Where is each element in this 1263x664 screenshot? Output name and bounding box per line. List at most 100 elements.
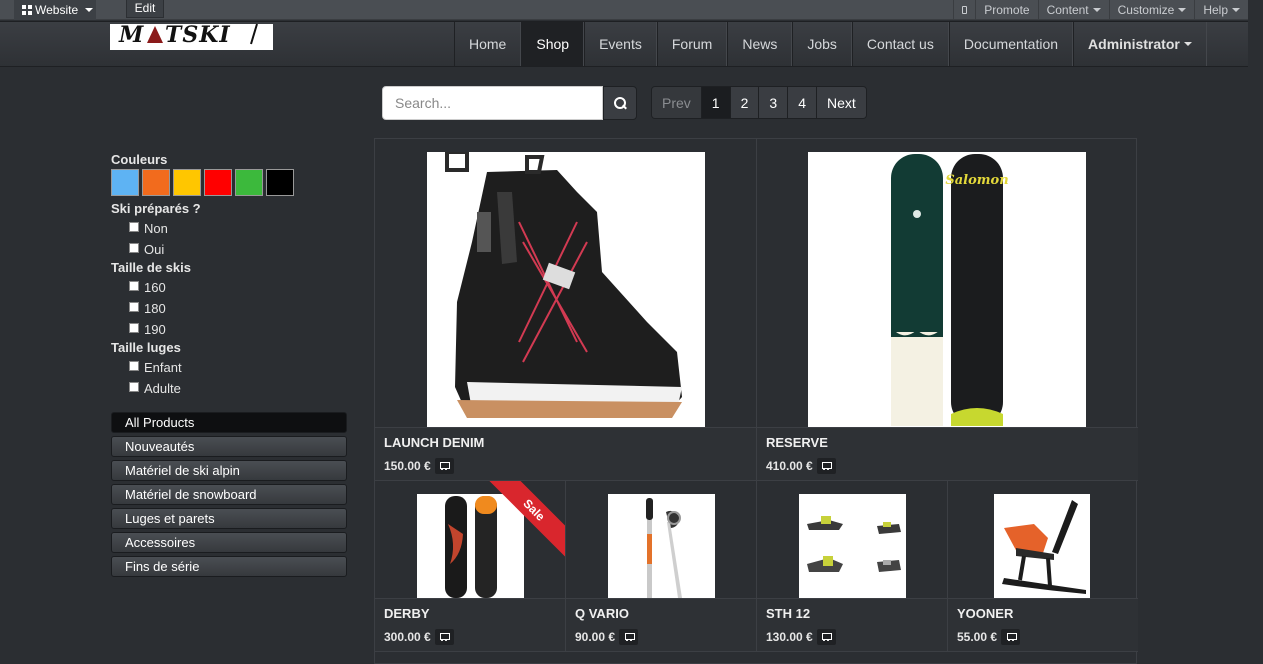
checkbox[interactable] xyxy=(129,381,139,392)
ski-bike-icon xyxy=(994,494,1090,600)
product-name[interactable]: STH 12 xyxy=(766,606,810,621)
product-name[interactable]: YOONER xyxy=(957,606,1013,621)
color-swatch-blue[interactable] xyxy=(111,169,139,196)
svg-text:M: M xyxy=(118,22,144,46)
category-snowboard[interactable]: Matériel de snowboard xyxy=(111,484,347,505)
add-to-cart-button[interactable] xyxy=(434,629,454,645)
product-image[interactable] xyxy=(427,152,705,428)
category-accessoires[interactable]: Accessoires xyxy=(111,532,347,553)
pager-next[interactable]: Next xyxy=(815,87,866,118)
filter-option-label: 190 xyxy=(144,322,166,337)
checkbox[interactable] xyxy=(129,242,139,253)
mobile-preview-button[interactable] xyxy=(953,0,975,20)
product-card[interactable]: Salomon RESERVE 410.00 € xyxy=(757,139,1138,481)
svg-text:TSKI: TSKI xyxy=(165,22,231,46)
site-logo[interactable]: M TSKI xyxy=(110,22,273,50)
product-name[interactable]: LAUNCH DENIM xyxy=(384,435,484,450)
product-card[interactable]: YOONER 55.00 € xyxy=(948,481,1138,652)
add-to-cart-button[interactable] xyxy=(1001,629,1021,645)
pager-page-2[interactable]: 2 xyxy=(729,87,759,118)
nav-events[interactable]: Events xyxy=(584,22,657,66)
filter-sidebar: Couleurs Ski préparés ? Non Oui Taille d… xyxy=(111,152,347,580)
color-swatch-red[interactable] xyxy=(204,169,232,196)
product-card[interactable]: Q VARIO 90.00 € xyxy=(566,481,757,652)
checkbox[interactable] xyxy=(129,322,139,333)
checkbox[interactable] xyxy=(129,280,139,291)
product-image[interactable] xyxy=(799,494,906,600)
product-name[interactable]: RESERVE xyxy=(766,435,828,450)
category-fins-de-serie[interactable]: Fins de série xyxy=(111,556,347,577)
website-menu-label: Website xyxy=(35,3,79,17)
pager-page-1[interactable]: 1 xyxy=(700,87,730,118)
filter-option-label: 180 xyxy=(144,301,166,316)
sled-size-filter-title: Taille luges xyxy=(111,340,181,355)
category-ski-alpin[interactable]: Matériel de ski alpin xyxy=(111,460,347,481)
price-value: 55.00 € xyxy=(957,630,998,644)
customize-menu[interactable]: Customize xyxy=(1108,0,1195,20)
main-navbar: M TSKI Home Shop Events Forum News Jobs … xyxy=(0,21,1248,67)
product-info: Q VARIO 90.00 € xyxy=(566,598,756,651)
chevron-down-icon xyxy=(1183,42,1192,46)
nav-administrator-menu[interactable]: Administrator xyxy=(1073,22,1207,66)
website-menu-button[interactable]: Website xyxy=(14,0,96,20)
category-list: All Products Nouveautés Matériel de ski … xyxy=(111,412,347,577)
nav-shop[interactable]: Shop xyxy=(521,22,585,66)
mobile-icon xyxy=(962,6,968,14)
nav-news[interactable]: News xyxy=(727,22,793,66)
color-swatch-yellow[interactable] xyxy=(173,169,201,196)
product-card[interactable]: LAUNCH DENIM 150.00 € xyxy=(375,139,757,481)
search-icon xyxy=(614,97,626,109)
color-swatch-green[interactable] xyxy=(235,169,263,196)
filter-option-label: Adulte xyxy=(144,381,181,396)
product-grid: LAUNCH DENIM 150.00 € Salomon RESERVE 41… xyxy=(374,138,1138,664)
category-luges-parets[interactable]: Luges et parets xyxy=(111,508,347,529)
help-menu[interactable]: Help xyxy=(1194,0,1248,20)
search-input[interactable] xyxy=(382,86,603,120)
product-name[interactable]: Q VARIO xyxy=(575,606,629,621)
pager-page-4[interactable]: 4 xyxy=(787,87,816,118)
checkbox[interactable] xyxy=(129,221,139,232)
product-price: 55.00 € xyxy=(957,629,1021,645)
product-image[interactable] xyxy=(608,494,715,600)
price-value: 300.00 € xyxy=(384,630,431,644)
cart-icon xyxy=(821,633,833,641)
nav-documentation[interactable]: Documentation xyxy=(948,22,1074,66)
pager-prev[interactable]: Prev xyxy=(652,87,701,118)
admin-bar: Website Edit Promote Content Customize H… xyxy=(0,0,1248,20)
color-swatch-orange[interactable] xyxy=(142,169,170,196)
filter-option: Non xyxy=(111,218,347,239)
ski-size-filter-title: Taille de skis xyxy=(111,260,191,275)
pager-page-3[interactable]: 3 xyxy=(758,87,788,118)
promote-menu[interactable]: Promote xyxy=(975,0,1037,20)
content-menu[interactable]: Content xyxy=(1037,0,1109,20)
search-button[interactable] xyxy=(603,86,637,120)
nav-home[interactable]: Home xyxy=(454,22,522,66)
matski-logo-icon: M TSKI xyxy=(118,22,258,48)
category-nouveautes[interactable]: Nouveautés xyxy=(111,436,347,457)
product-card[interactable]: STH 12 130.00 € xyxy=(757,481,948,652)
checkbox[interactable] xyxy=(129,360,139,371)
color-swatch-black[interactable] xyxy=(266,169,294,196)
category-all-products[interactable]: All Products xyxy=(111,412,347,433)
filter-option-label: Enfant xyxy=(144,360,182,375)
nav-contact-us[interactable]: Contact us xyxy=(851,22,949,66)
nav-forum[interactable]: Forum xyxy=(656,22,728,66)
product-info: STH 12 130.00 € xyxy=(757,598,947,651)
nav-jobs[interactable]: Jobs xyxy=(792,22,852,66)
product-name[interactable]: DERBY xyxy=(384,606,430,621)
filter-option: Adulte xyxy=(111,378,347,399)
filter-option: 190 xyxy=(111,319,347,340)
product-image[interactable] xyxy=(994,494,1090,600)
add-to-cart-button[interactable] xyxy=(816,458,836,474)
add-to-cart-button[interactable] xyxy=(434,458,454,474)
edit-button[interactable]: Edit xyxy=(126,0,164,18)
add-to-cart-button[interactable] xyxy=(619,629,639,645)
checkbox[interactable] xyxy=(129,301,139,312)
product-image[interactable]: Salomon xyxy=(808,152,1086,428)
product-card[interactable]: Sale DERBY 300.00 € xyxy=(375,481,566,652)
customize-label: Customize xyxy=(1117,3,1175,17)
add-to-cart-button[interactable] xyxy=(816,629,836,645)
product-price: 90.00 € xyxy=(575,629,639,645)
snowboard-boot-icon xyxy=(427,152,705,428)
cart-icon xyxy=(1006,633,1017,641)
